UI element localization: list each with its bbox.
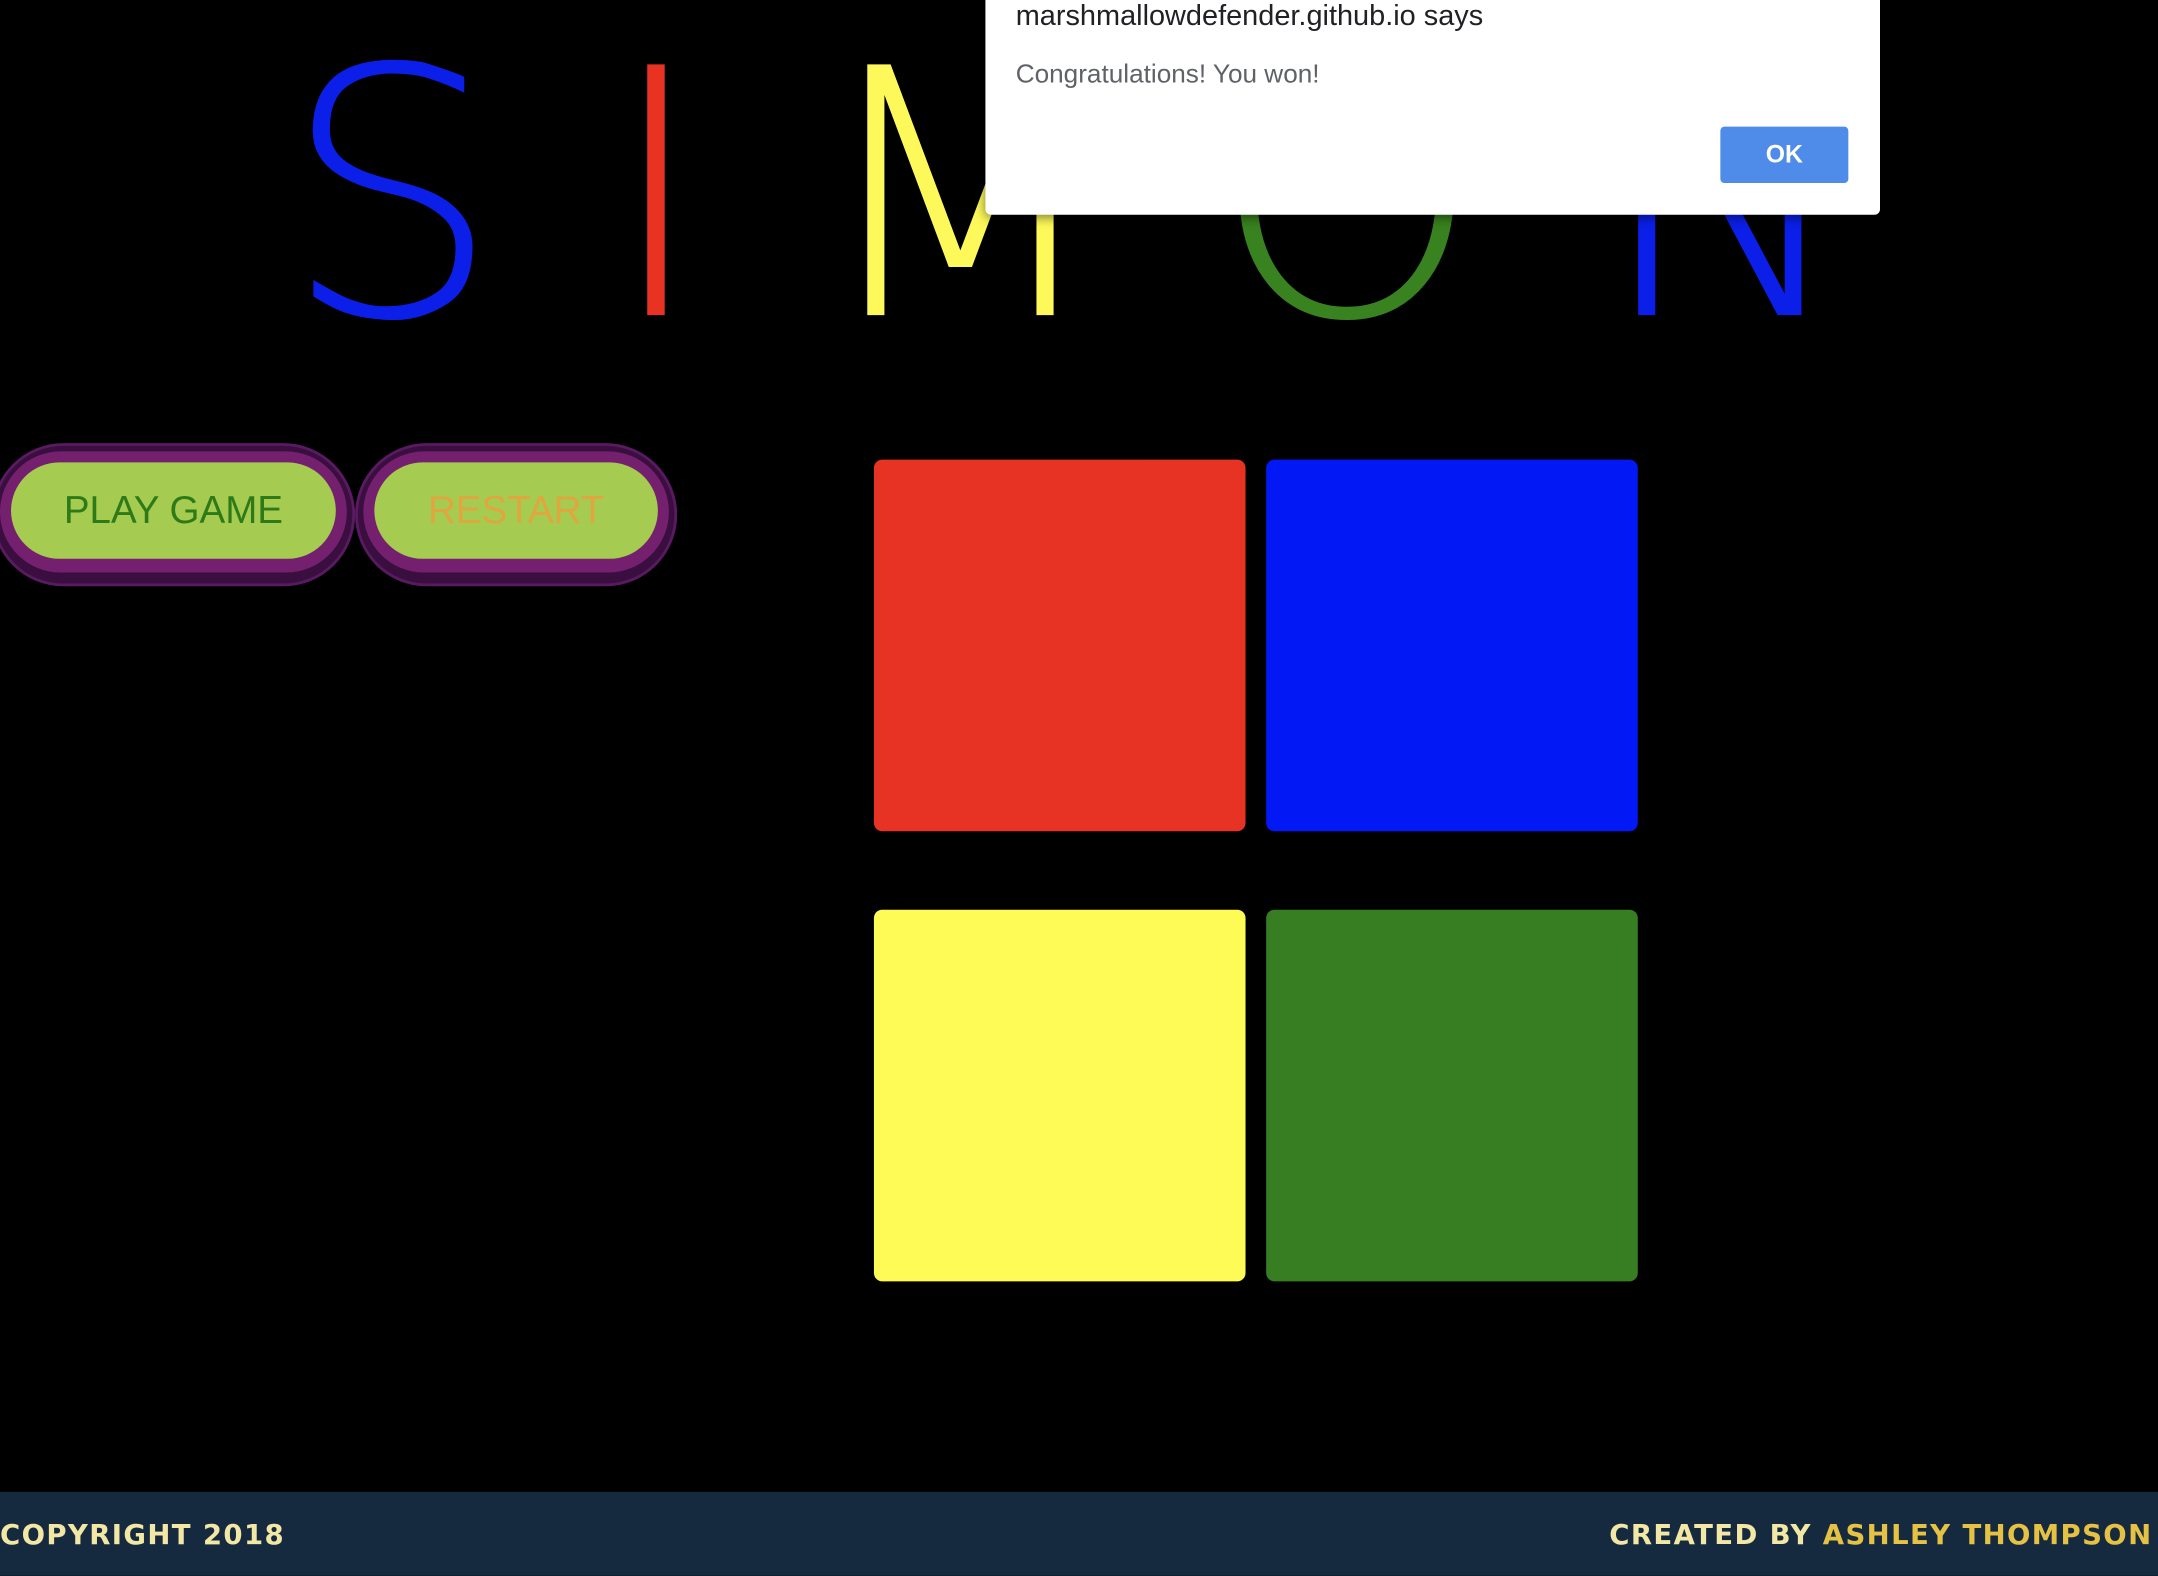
green-pad[interactable] bbox=[1266, 909, 1638, 1282]
restart-button-frame: RESTART bbox=[355, 443, 678, 587]
yellow-pad[interactable] bbox=[873, 909, 1246, 1282]
play-game-button-frame: PLAY GAME bbox=[0, 443, 356, 587]
dialog-origin: marshmallowdefender.github.io says bbox=[1015, 0, 1484, 32]
footer: COPYRIGHT 2018 CREATED BY ASHLEY THOMPSO… bbox=[0, 1491, 2158, 1576]
copyright-text: COPYRIGHT 2018 bbox=[0, 1518, 286, 1552]
title-letter-s: S bbox=[282, 0, 501, 397]
dialog-message: Congratulations! You won! bbox=[1015, 60, 1320, 90]
created-by-label: CREATED BY bbox=[1609, 1518, 1812, 1552]
red-pad[interactable] bbox=[873, 459, 1246, 832]
play-game-button[interactable]: PLAY GAME bbox=[11, 462, 336, 559]
ok-button[interactable]: OK bbox=[1720, 126, 1849, 184]
credits: CREATED BY ASHLEY THOMPSON bbox=[1609, 1518, 2152, 1551]
alert-dialog: marshmallowdefender.github.io says Congr… bbox=[985, 0, 1880, 215]
title-letter-i: I bbox=[605, 0, 708, 397]
game-page: S I M O N PLAY GAME RESTART COPYRIGHT 20… bbox=[0, 0, 2158, 1576]
author-name: ASHLEY THOMPSON bbox=[1822, 1518, 2153, 1552]
restart-button[interactable]: RESTART bbox=[374, 462, 658, 559]
blue-pad[interactable] bbox=[1266, 459, 1638, 832]
